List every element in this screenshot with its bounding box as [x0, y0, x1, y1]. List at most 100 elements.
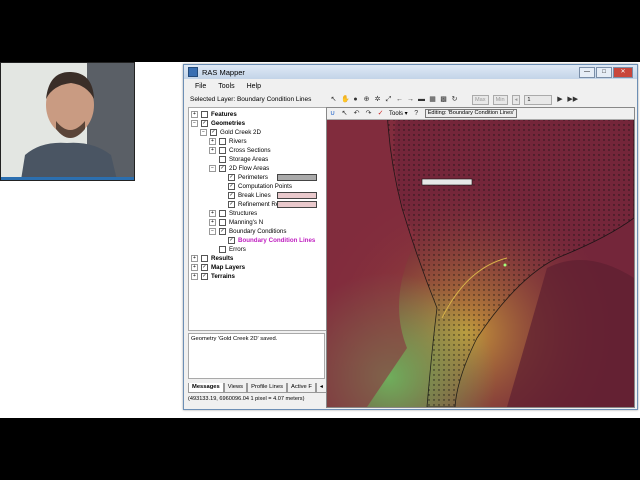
layer-checkbox[interactable]: ✓: [219, 227, 226, 235]
expand-icon[interactable]: +: [209, 137, 216, 145]
tree-item[interactable]: + Cross Sections: [209, 146, 271, 154]
layer-checkbox[interactable]: [201, 254, 208, 262]
refresh-icon[interactable]: ↻: [451, 96, 458, 103]
layer-checkbox[interactable]: ✓: [228, 173, 235, 181]
presenter-image: [1, 63, 134, 180]
forward-arrow-icon[interactable]: →: [407, 96, 414, 103]
tools-dropdown[interactable]: Tools ▾: [389, 110, 408, 117]
tree-item-label: Manning's N: [229, 218, 264, 226]
presenter-webcam: [0, 62, 135, 181]
tree-item[interactable]: ✓ Break Lines: [218, 191, 317, 199]
tree-item[interactable]: + Results: [191, 254, 233, 262]
tree-item-label: Features: [211, 110, 237, 118]
tree-item[interactable]: ✓ Computation Points: [218, 182, 292, 190]
tree-item[interactable]: + Features: [191, 110, 237, 118]
tree-item[interactable]: Errors: [209, 245, 246, 253]
tree-item[interactable]: − ✓ Geometries: [191, 119, 245, 127]
layer-checkbox[interactable]: ✓: [219, 164, 226, 172]
tree-item[interactable]: + ✓ Terrains: [191, 272, 235, 280]
tree-item-label: Boundary Condition Lines: [238, 236, 316, 244]
back-arrow-icon[interactable]: ←: [396, 96, 403, 103]
tree-item[interactable]: − ✓ 2D Flow Areas: [209, 164, 269, 172]
expand-icon[interactable]: +: [209, 209, 216, 217]
edit-pencil-icon[interactable]: ∪: [329, 110, 336, 117]
layer-checkbox[interactable]: ✓: [201, 119, 208, 127]
expand-icon[interactable]: −: [191, 119, 198, 127]
layer-checkbox[interactable]: ✓: [210, 128, 217, 136]
expand-icon[interactable]: +: [191, 263, 198, 271]
tree-item[interactable]: − ✓ Gold Creek 2D: [200, 128, 261, 136]
tab-messages[interactable]: Messages: [188, 383, 224, 393]
tree-item[interactable]: Storage Areas: [209, 155, 268, 163]
layer-checkbox[interactable]: ✓: [228, 200, 235, 208]
tree-item-label: Gold Creek 2D: [220, 128, 261, 136]
full-extent-icon[interactable]: ✲: [374, 96, 381, 103]
ruler-icon[interactable]: ▬: [418, 96, 425, 103]
minimize-button[interactable]: —: [579, 66, 595, 78]
tab-profile-lines[interactable]: Profile Lines: [247, 383, 287, 393]
maximize-button[interactable]: □: [596, 66, 612, 78]
map-toolbar: ∪ ↖ ↶ ↷ ✓ Tools ▾ ? Editing: 'Boundary C…: [327, 108, 634, 120]
layer-checkbox[interactable]: [219, 155, 226, 163]
globe-icon[interactable]: ●: [352, 96, 359, 103]
layer-checkbox[interactable]: [219, 218, 226, 226]
layer-checkbox[interactable]: ✓: [228, 182, 235, 190]
layer-symbol: [277, 191, 317, 199]
layer-checkbox[interactable]: ✓: [228, 236, 235, 244]
tab-views[interactable]: Views: [223, 383, 248, 393]
zoom-extent-icon[interactable]: ⤢: [385, 96, 392, 103]
tree-item[interactable]: + Structures: [209, 209, 257, 217]
layer-checkbox[interactable]: ✓: [228, 191, 235, 199]
map-view[interactable]: ∪ ↖ ↶ ↷ ✓ Tools ▾ ? Editing: 'Boundary C…: [326, 107, 635, 408]
tree-item[interactable]: − ✓ Boundary Conditions: [209, 227, 286, 235]
layout-icon[interactable]: ▦: [429, 96, 436, 103]
frame-input[interactable]: 1: [524, 94, 553, 105]
tree-item[interactable]: ✓ Refinement Regions: [218, 200, 317, 208]
tree-item[interactable]: ✓ Boundary Condition Lines: [218, 236, 315, 244]
layer-checkbox[interactable]: [219, 209, 226, 217]
menu-tools[interactable]: Tools: [218, 83, 234, 90]
tree-item[interactable]: + ✓ Map Layers: [191, 263, 245, 271]
pan-hand-icon[interactable]: ✋: [341, 96, 350, 103]
expand-icon[interactable]: +: [209, 146, 216, 154]
expand-icon[interactable]: +: [209, 218, 216, 226]
tree-item-label: Geometries: [211, 119, 246, 127]
pointer-icon[interactable]: ↖: [330, 96, 337, 103]
tab-active[interactable]: Active F: [286, 383, 316, 393]
select-tool-icon[interactable]: ↖: [341, 110, 348, 117]
expand-icon[interactable]: +: [191, 272, 198, 280]
bottom-tabs: Messages Views Profile Lines Active F ◂ …: [188, 383, 338, 393]
tree-item[interactable]: ✓ Perimeters: [218, 173, 317, 181]
expand-icon[interactable]: −: [209, 164, 216, 172]
help-button[interactable]: ?: [413, 110, 420, 117]
min-button[interactable]: Min: [492, 94, 508, 105]
zoom-in-icon[interactable]: ⊕: [363, 96, 370, 103]
layer-checkbox[interactable]: [219, 146, 226, 154]
check-icon[interactable]: ✓: [377, 110, 384, 117]
layer-checkbox[interactable]: [201, 110, 208, 118]
menu-file[interactable]: File: [195, 83, 206, 90]
tree-item[interactable]: + Rivers: [209, 137, 247, 145]
expand-icon[interactable]: −: [209, 227, 216, 235]
layer-checkbox[interactable]: ✓: [201, 272, 208, 280]
tree-item-label: Perimeters: [238, 173, 268, 181]
undo-icon[interactable]: ↶: [353, 110, 360, 117]
close-button[interactable]: ✕: [613, 66, 633, 78]
messages-box: Geometry 'Gold Creek 2D' saved.: [188, 333, 325, 379]
play-icon[interactable]: ▶: [556, 96, 563, 103]
tree-item[interactable]: + Manning's N: [209, 218, 263, 226]
expand-icon[interactable]: +: [191, 110, 198, 118]
layer-checkbox[interactable]: [219, 137, 226, 145]
expand-icon[interactable]: −: [200, 128, 207, 136]
fast-forward-icon[interactable]: ▶▶: [567, 96, 578, 103]
max-button[interactable]: Max: [472, 94, 489, 105]
redo-icon[interactable]: ↷: [365, 110, 372, 117]
menu-help[interactable]: Help: [247, 83, 261, 90]
expand-icon[interactable]: +: [191, 254, 198, 262]
layer-checkbox[interactable]: [219, 245, 226, 253]
step-back-button[interactable]: ◂: [511, 94, 521, 105]
title-bar: RAS Mapper — □ ✕: [184, 65, 637, 79]
tree-item-label: Storage Areas: [229, 155, 269, 163]
grid-icon[interactable]: ▩: [440, 96, 447, 103]
layer-checkbox[interactable]: ✓: [201, 263, 208, 271]
